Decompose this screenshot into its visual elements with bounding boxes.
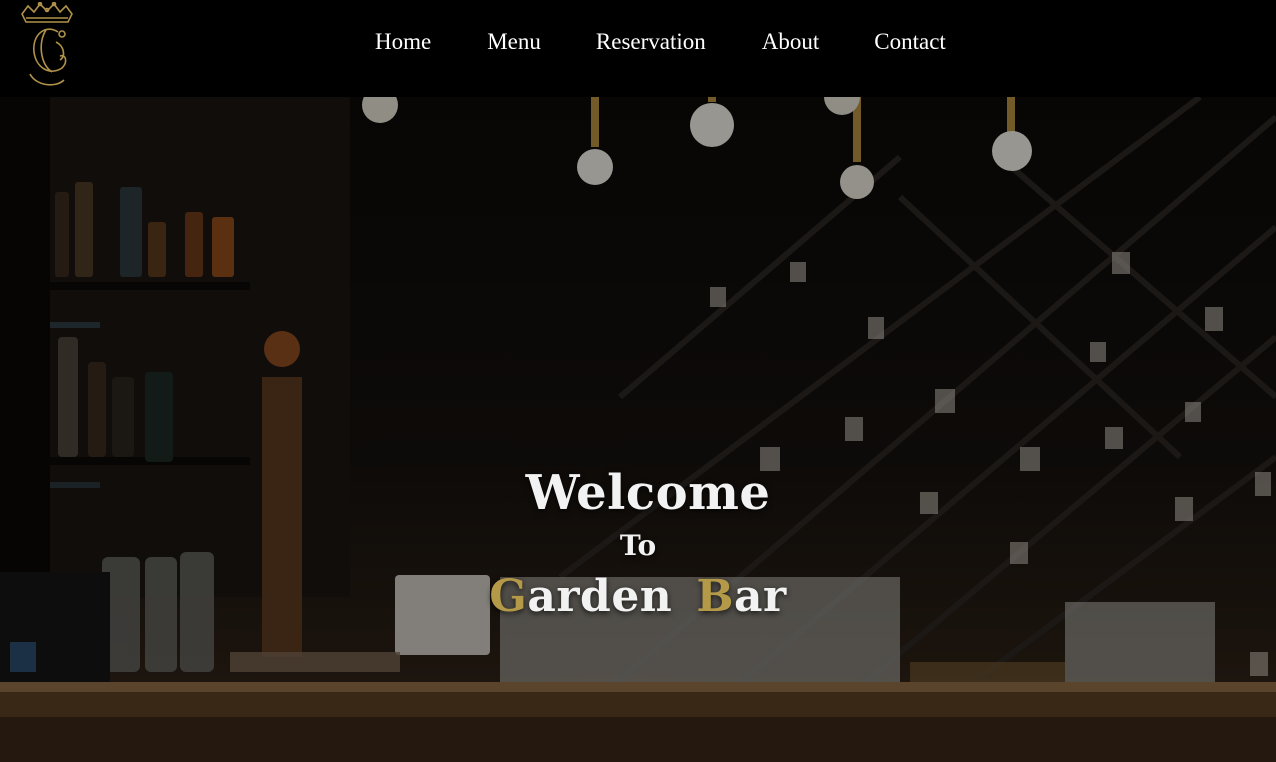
hero-title-word2-rest: ar [734,571,787,622]
hero-background-image [0,97,1276,762]
nav-about[interactable]: About [762,28,820,56]
nav-reservation[interactable]: Reservation [596,28,706,56]
hero-title-initial-g: G [489,571,528,622]
crown-monogram-logo[interactable] [16,1,78,90]
nav-contact[interactable]: Contact [874,28,946,56]
hero-to: To [619,529,657,562]
hero-section: Welcome To Garden Bar [0,97,1276,762]
navbar: Home Menu Reservation About Contact [0,0,1276,97]
hero-welcome: Welcome [525,465,771,521]
nav-home[interactable]: Home [375,28,431,56]
hero-title: Garden Bar [0,571,1276,622]
crown-icon [21,1,73,86]
nav-links: Home Menu Reservation About Contact [375,28,946,56]
hero-title-initial-b: B [696,571,735,622]
hero-title-word1-rest: arden [527,571,673,622]
nav-menu[interactable]: Menu [487,28,541,56]
